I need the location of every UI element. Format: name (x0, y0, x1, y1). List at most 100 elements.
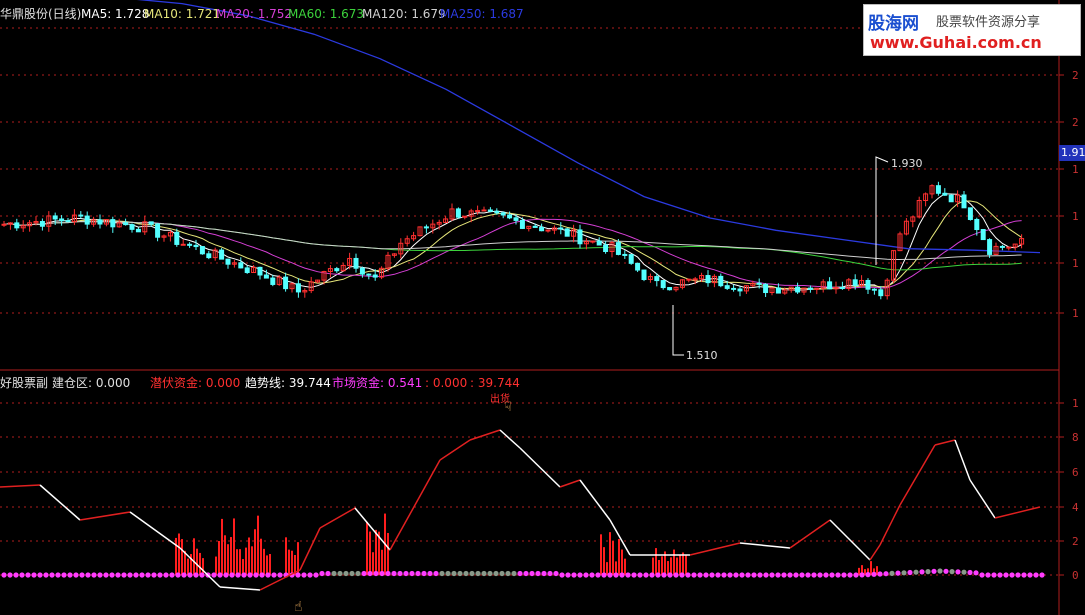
latent-funds-bar (196, 548, 198, 575)
candle-body (1, 223, 7, 226)
candle-body (865, 279, 871, 290)
candle-body (878, 289, 884, 297)
market-funds-dot (391, 570, 397, 577)
market-funds-dot (217, 572, 223, 578)
latent-funds-bar (251, 546, 253, 575)
candle-body (39, 221, 45, 227)
high-price-annotation: 1.930 (891, 157, 923, 170)
candle-body (193, 244, 199, 248)
market-funds-dot (379, 570, 385, 577)
market-funds-dot (151, 572, 157, 578)
latent-funds-bar (230, 537, 232, 575)
market-funds-dot (1015, 572, 1021, 578)
market-funds-dot (487, 570, 493, 577)
market-funds-dot (709, 572, 715, 578)
market-funds-dot (499, 570, 505, 577)
market-funds-dot (829, 572, 835, 578)
latent-funds-bar (227, 544, 229, 575)
candle-body (660, 280, 666, 289)
market-funds-dot (601, 572, 607, 578)
market-funds-dot (79, 572, 85, 578)
candle-body (135, 228, 141, 233)
ma120-label: MA120: 1.679 (362, 7, 446, 21)
market-funds-dot (739, 572, 745, 578)
trend-line-segment (789, 519, 831, 549)
latent-funds-bar (215, 556, 217, 575)
sell-hand-icon: ☟ (504, 400, 512, 415)
extra-value-2: : 39.744 (470, 376, 520, 390)
market-funds-dot (721, 572, 727, 578)
candle-body (244, 267, 250, 274)
qushi-label: 趋势线: 39.744 (245, 376, 331, 390)
stock-title: 华鼎股份(日线) (0, 7, 82, 21)
market-funds-dot (361, 570, 367, 577)
chart-canvas[interactable]: 2221111186420 (0, 0, 1085, 615)
trend-line-segment (899, 444, 936, 506)
latent-funds-bar (676, 557, 678, 575)
candle-body (110, 219, 116, 228)
latent-funds-bar (257, 515, 259, 575)
latent-funds-bar (870, 561, 872, 575)
candle-body (334, 268, 340, 272)
qianfu-label: 潜伏资金: 0.000 (150, 376, 241, 390)
candle-body (78, 214, 84, 217)
market-funds-dot (295, 572, 301, 578)
trend-line-segment (439, 439, 471, 461)
market-funds-dot (577, 572, 583, 578)
candle-body (545, 229, 551, 232)
latent-funds-bar (285, 537, 287, 575)
latent-funds-bar (263, 548, 265, 575)
market-funds-dot (901, 570, 907, 576)
market-funds-dot (1033, 572, 1039, 578)
latent-funds-bar (624, 558, 626, 575)
candle-body (539, 226, 545, 232)
market-funds-dot (13, 572, 19, 578)
market-funds-dot (691, 572, 697, 578)
market-funds-dot (373, 570, 379, 577)
candle-body (155, 223, 161, 238)
market-funds-dot (781, 572, 787, 578)
trend-line-segment (869, 544, 881, 561)
candle-body (852, 279, 858, 286)
latent-funds-bar (248, 537, 250, 575)
market-funds-dot (775, 572, 781, 578)
market-funds-dot (1021, 572, 1027, 578)
market-funds-dot (955, 569, 961, 575)
latent-funds-bar (600, 534, 602, 575)
candle-body (590, 240, 596, 243)
trend-line-segment (319, 507, 356, 529)
market-funds-dot (805, 572, 811, 578)
market-funds-dot (523, 570, 529, 577)
market-funds-dot (877, 571, 883, 577)
market-funds-dot (595, 572, 601, 578)
market-funds-dot (517, 570, 523, 577)
latent-funds-bar (181, 539, 183, 575)
candle-body (481, 209, 487, 212)
candle-body (423, 226, 429, 229)
trend-line-segment (469, 429, 501, 441)
ma5-label: MA5: 1.728 (81, 7, 150, 21)
trend-line-segment (0, 484, 41, 488)
market-funds-dot (265, 572, 271, 578)
market-funds-dot (811, 572, 817, 578)
market-funds-dot (91, 572, 97, 578)
market-funds-dot (937, 568, 943, 574)
candle-body (295, 283, 301, 293)
latent-funds-bar (369, 531, 371, 575)
latent-funds-bar (366, 521, 368, 575)
price-axis-label: 1 (1072, 210, 1079, 223)
trend-line-segment (129, 511, 181, 549)
market-funds-dot (193, 572, 199, 578)
market-funds-dot (649, 572, 655, 578)
market-funds-dot (961, 569, 967, 575)
market-funds-dot (169, 572, 175, 578)
candle-body (724, 285, 730, 289)
low-price-annotation: 1.510 (686, 349, 718, 362)
candle-body (14, 222, 20, 229)
market-funds-dot (643, 572, 649, 578)
candle-body (219, 249, 225, 260)
market-funds-dot (163, 572, 169, 578)
candle-body (455, 208, 461, 218)
market-funds-dot (673, 572, 679, 578)
latent-funds-bar (266, 555, 268, 575)
